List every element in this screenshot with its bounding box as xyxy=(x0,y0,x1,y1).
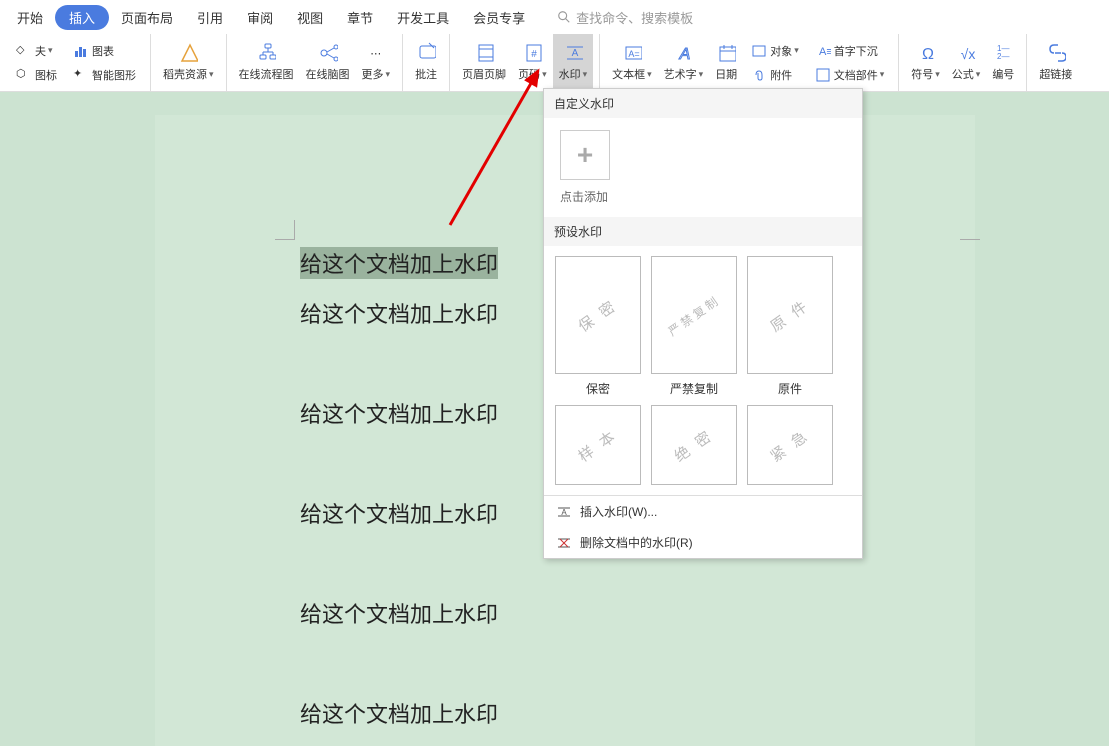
doc-line-2[interactable]: 给这个文档加上水印 xyxy=(300,297,498,329)
preset-watermark-yanjinfuzhi[interactable]: 严禁复制 严禁复制 xyxy=(650,256,738,397)
ribbon-smartart[interactable]: ✦智能图形 xyxy=(69,65,140,85)
parts-icon xyxy=(815,67,831,83)
preset-watermark-juemi[interactable]: 绝 密 xyxy=(650,405,738,485)
preset-watermark-yuanjian[interactable]: 原 件 原件 xyxy=(746,256,834,397)
ribbon-online-flowchart[interactable]: 在线流程图 xyxy=(233,34,300,91)
ribbon-more[interactable]: ⋯更多▾ xyxy=(356,34,397,91)
header-footer-icon xyxy=(474,43,494,63)
hyperlink-icon xyxy=(1046,43,1066,63)
ribbon-shape-partial[interactable]: ◇夫▾ xyxy=(12,41,61,61)
margin-mark-top-right xyxy=(960,220,980,240)
ribbon-comment[interactable]: 批注 xyxy=(409,34,443,91)
search-placeholder: 查找命令、搜索模板 xyxy=(576,8,693,27)
flowchart-icon xyxy=(256,43,276,63)
tab-section[interactable]: 章节 xyxy=(335,3,385,32)
tab-insert[interactable]: 插入 xyxy=(55,5,109,30)
svg-text:A=: A= xyxy=(628,49,639,59)
page-number-icon: # xyxy=(522,43,542,63)
dropcap-icon: A≡ xyxy=(815,43,831,59)
search-icon xyxy=(557,10,571,24)
comment-icon xyxy=(416,43,436,63)
ribbon-wordart[interactable]: A艺术字▾ xyxy=(658,34,710,91)
tab-review[interactable]: 审阅 xyxy=(235,3,285,32)
ribbon-page-number[interactable]: #页码▾ xyxy=(512,34,553,91)
tab-view[interactable]: 视图 xyxy=(285,3,335,32)
ribbon-object[interactable]: 对象▾ xyxy=(747,41,803,61)
ribbon-header-footer[interactable]: 页眉页脚 xyxy=(456,34,512,91)
tab-page-layout[interactable]: 页面布局 xyxy=(109,3,185,32)
watermark-icon: A xyxy=(563,43,583,63)
custom-watermark-header: 自定义水印 xyxy=(544,89,862,118)
add-custom-watermark-button[interactable]: + xyxy=(560,130,610,180)
wordart-icon: A xyxy=(673,43,693,63)
add-watermark-label: 点击添加 xyxy=(560,188,850,205)
delete-watermark-icon xyxy=(556,535,572,551)
ribbon-dropcap[interactable]: A≡首字下沉 xyxy=(811,41,889,61)
object-icon xyxy=(751,43,767,59)
symbol-icon: Ω xyxy=(916,43,936,63)
tab-vip[interactable]: 会员专享 xyxy=(461,3,537,32)
mindmap-icon xyxy=(318,43,338,63)
ribbon-hyperlink[interactable]: 超链接 xyxy=(1033,34,1078,91)
ribbon-chart[interactable]: 图表 xyxy=(69,41,140,61)
equation-icon: √x xyxy=(956,43,976,63)
watermark-small-icon: A xyxy=(556,504,572,520)
chart-icon xyxy=(73,43,89,59)
ribbon-symbol[interactable]: Ω符号▾ xyxy=(905,34,946,91)
svg-text:#: # xyxy=(532,49,538,60)
ribbon-online-mindmap[interactable]: 在线脑图 xyxy=(300,34,356,91)
svg-text:2—: 2— xyxy=(997,52,1009,61)
tab-start[interactable]: 开始 xyxy=(5,3,55,32)
svg-text:A≡: A≡ xyxy=(819,46,831,58)
ribbon-textbox[interactable]: A=文本框▾ xyxy=(606,34,658,91)
doc-line-1[interactable]: 给这个文档加上水印 xyxy=(300,247,498,279)
svg-text:√x: √x xyxy=(961,46,976,62)
preset-watermark-header: 预设水印 xyxy=(544,217,862,246)
numbering-icon: 1—2— xyxy=(993,43,1013,63)
svg-text:A: A xyxy=(572,48,579,59)
ribbon-numbering[interactable]: 1—2—编号 xyxy=(986,34,1020,91)
preset-watermark-yangben[interactable]: 样 本 xyxy=(554,405,642,485)
doc-line-3[interactable]: 给这个文档加上水印 xyxy=(300,397,498,429)
ribbon-watermark[interactable]: A水印▾ xyxy=(553,34,594,91)
preset-watermark-baomi[interactable]: 保 密 保密 xyxy=(554,256,642,397)
svg-text:Ω: Ω xyxy=(922,46,934,63)
tab-bar: 开始 插入 页面布局 引用 审阅 视图 章节 开发工具 会员专享 查找命令、搜索… xyxy=(0,0,1109,34)
ribbon-attachment[interactable]: 附件 xyxy=(747,65,803,85)
svg-text:A: A xyxy=(561,508,567,517)
ribbon-icon-gallery[interactable]: ⬡图标 xyxy=(12,65,61,85)
tab-reference[interactable]: 引用 xyxy=(185,3,235,32)
textbox-icon: A= xyxy=(622,43,642,63)
ribbon-equation[interactable]: √x公式▾ xyxy=(946,34,987,91)
ribbon-docer[interactable]: 稻壳资源▾ xyxy=(157,34,220,91)
preset-watermark-jinji[interactable]: 紧 急 xyxy=(746,405,834,485)
date-icon xyxy=(716,43,736,63)
doc-line-4[interactable]: 给这个文档加上水印 xyxy=(300,497,498,529)
tab-devtools[interactable]: 开发工具 xyxy=(385,3,461,32)
insert-watermark-menuitem[interactable]: A 插入水印(W)... xyxy=(544,496,862,527)
ribbon: ◇夫▾ ⬡图标 图表 ✦智能图形 稻壳资源▾ 在线流程图 在线脑图 ⋯更多▾ 批… xyxy=(0,34,1109,92)
watermark-dropdown: 自定义水印 + 点击添加 预设水印 保 密 保密 严禁复制 严禁复制 原 件 原… xyxy=(543,88,863,559)
paperclip-icon xyxy=(751,67,767,83)
svg-text:A: A xyxy=(679,46,691,63)
docer-icon xyxy=(178,43,198,63)
delete-watermark-menuitem[interactable]: 删除文档中的水印(R) xyxy=(544,527,862,558)
ribbon-quickparts[interactable]: 文档部件▾ xyxy=(811,65,889,85)
plus-icon: + xyxy=(577,139,593,171)
doc-line-5[interactable]: 给这个文档加上水印 xyxy=(300,597,498,629)
ribbon-date[interactable]: 日期 xyxy=(709,34,743,91)
search-box[interactable]: 查找命令、搜索模板 xyxy=(557,8,693,27)
more-icon: ⋯ xyxy=(366,43,386,63)
margin-mark-top-left xyxy=(275,220,295,240)
doc-line-6[interactable]: 给这个文档加上水印 xyxy=(300,697,498,729)
